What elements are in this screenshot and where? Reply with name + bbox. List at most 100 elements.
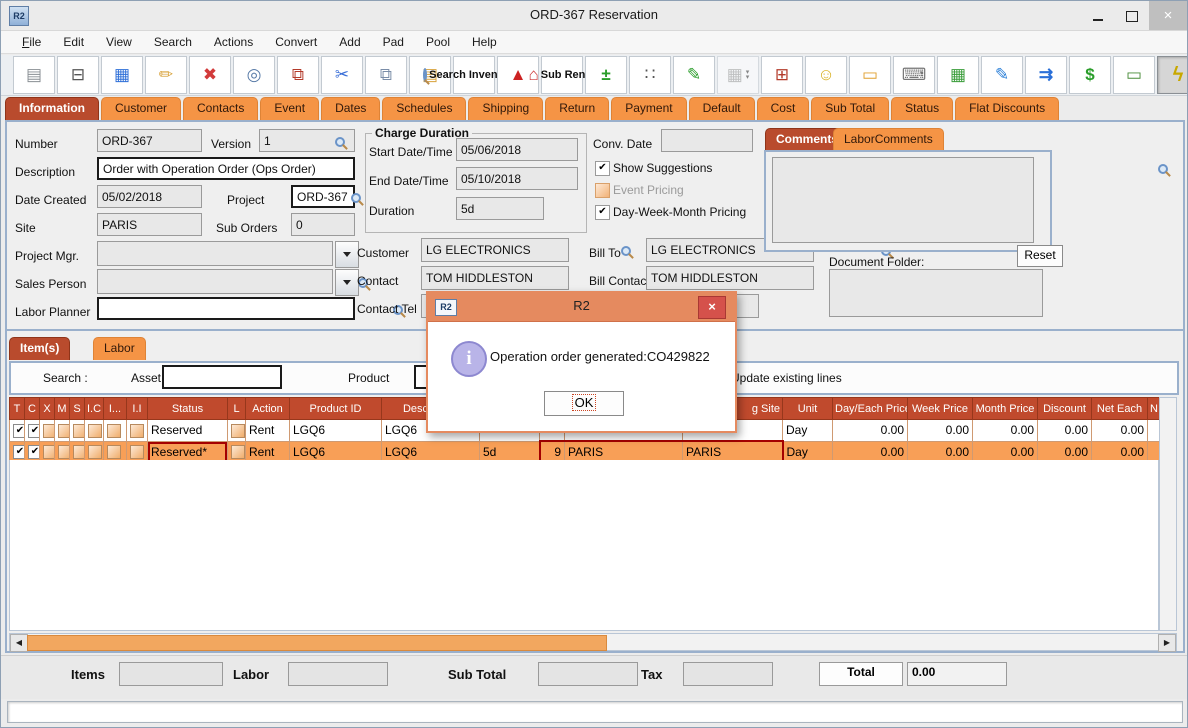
cell-checkbox[interactable]: ✔ [10, 420, 25, 442]
delivery-button[interactable]: ▭ [1113, 56, 1155, 94]
tab-contacts[interactable]: Contacts [183, 97, 258, 120]
write-document-button[interactable]: ✎ [981, 56, 1023, 94]
row-checkbox[interactable] [130, 445, 144, 459]
cell-net-each[interactable]: 0.00 [1092, 420, 1148, 442]
search-inventory-button[interactable]: Search Inventory ▾▾ [453, 56, 495, 94]
tab-customer[interactable]: Customer [101, 97, 181, 120]
col-header-net-each[interactable]: Net Each [1092, 398, 1148, 420]
start-date-input[interactable] [456, 138, 578, 161]
close-button[interactable]: × [1149, 1, 1187, 30]
save-button[interactable]: ▦ [101, 56, 143, 94]
labor-planner-input[interactable] [97, 297, 355, 320]
row-checkbox[interactable]: ✔ [13, 445, 25, 459]
sales-person-dropdown[interactable] [335, 269, 359, 296]
reset-button[interactable]: Reset [1017, 245, 1063, 267]
col-header[interactable]: L [228, 398, 246, 420]
project-search-icon[interactable] [351, 193, 361, 203]
cell-month-price[interactable]: 0.00 [973, 420, 1038, 442]
scrollbar-thumb[interactable] [27, 635, 607, 651]
menu-edit[interactable]: Edit [52, 31, 95, 53]
row-checkbox[interactable] [43, 424, 55, 438]
col-header-product-id[interactable]: Product ID [290, 398, 382, 420]
col-header-month-price[interactable]: Month Price [973, 398, 1038, 420]
row-checkbox[interactable] [43, 445, 55, 459]
col-header-unit[interactable]: Unit [783, 398, 833, 420]
billing-notes-button[interactable]: $ [1069, 56, 1111, 94]
cell-checkbox[interactable] [70, 420, 85, 442]
tab-dates[interactable]: Dates [321, 97, 380, 120]
row-checkbox[interactable] [107, 424, 121, 438]
new-order-button[interactable]: ▤ [13, 56, 55, 94]
sales-person-input[interactable] [97, 269, 333, 294]
version-search-icon[interactable] [335, 137, 345, 147]
tab-labor[interactable]: Labor [93, 337, 146, 360]
find-button[interactable]: ◎ [233, 56, 275, 94]
cell-checkbox[interactable] [104, 420, 127, 442]
tab-status[interactable]: Status [891, 97, 953, 120]
row-checkbox[interactable] [88, 445, 102, 459]
menu-help[interactable]: Help [461, 31, 508, 53]
duration-input[interactable] [456, 197, 544, 220]
row-checkbox[interactable] [73, 445, 85, 459]
cell-week-price[interactable]: 0.00 [908, 420, 973, 442]
calendar-button[interactable]: ▦ ▾▾ [717, 56, 759, 94]
col-header[interactable]: I... [104, 398, 127, 420]
col-header-n[interactable]: N [1148, 398, 1160, 420]
col-header[interactable]: T [10, 398, 25, 420]
bill-contact-input[interactable] [646, 266, 814, 290]
dwm-pricing-checkbox[interactable]: ✔ [595, 205, 610, 220]
row-checkbox[interactable] [73, 424, 85, 438]
menu-add[interactable]: Add [328, 31, 371, 53]
row-checkbox[interactable]: ✔ [28, 424, 40, 438]
copy-lines-button[interactable]: ⧉ [277, 56, 319, 94]
project-mgr-dropdown[interactable] [335, 241, 359, 268]
cell-status[interactable]: Reserved [148, 420, 228, 442]
scroll-right-arrow[interactable]: ▶ [1158, 634, 1176, 652]
tab-labor-comments[interactable]: LaborComments [833, 128, 944, 151]
number-input[interactable] [97, 129, 202, 152]
cell-n[interactable] [1148, 420, 1160, 442]
tab-cost[interactable]: Cost [757, 97, 810, 120]
row-checkbox[interactable]: ✔ [13, 424, 25, 438]
cell-checkbox[interactable]: ✔ [25, 420, 40, 442]
col-header[interactable]: I.I [127, 398, 148, 420]
availability-button[interactable]: ▦ [937, 56, 979, 94]
tab-schedules[interactable]: Schedules [382, 97, 466, 120]
row-checkbox[interactable] [107, 445, 121, 459]
tab-items[interactable]: Item(s) [9, 337, 70, 360]
end-date-input[interactable] [456, 167, 578, 190]
edit-button[interactable]: ✏ [145, 56, 187, 94]
description-input[interactable] [97, 157, 355, 180]
project-mgr-input[interactable] [97, 241, 333, 266]
tab-event[interactable]: Event [260, 97, 319, 120]
col-header-discount[interactable]: Discount [1038, 398, 1092, 420]
comments-textarea[interactable] [772, 157, 1034, 243]
scroll-left-arrow[interactable]: ◀ [10, 634, 28, 652]
vertical-scrollbar[interactable] [1159, 397, 1177, 631]
sub-orders-input[interactable] [291, 213, 355, 236]
horizontal-scrollbar[interactable]: ◀ ▶ [9, 633, 1177, 651]
menu-file[interactable]: File [11, 31, 52, 53]
folder-clock-button[interactable]: ▭ [849, 56, 891, 94]
copy-button[interactable]: ⧉ [365, 56, 407, 94]
cell-unit[interactable]: Day [783, 420, 833, 442]
notes-button[interactable]: ✎ [673, 56, 715, 94]
col-header-week-price[interactable]: Week Price [908, 398, 973, 420]
convert-currency-button[interactable]: ⇉ [1025, 56, 1067, 94]
menu-convert[interactable]: Convert [264, 31, 328, 53]
menu-pad[interactable]: Pad [372, 31, 415, 53]
maximize-button[interactable] [1115, 1, 1149, 30]
menu-search[interactable]: Search [143, 31, 203, 53]
quick-action-button[interactable]: ϟ [1157, 56, 1188, 94]
cell-checkbox[interactable] [228, 420, 246, 442]
cell-product-id[interactable]: LGQ6 [290, 420, 382, 442]
menu-actions[interactable]: Actions [203, 31, 264, 53]
col-header[interactable]: I.C [85, 398, 104, 420]
col-header-day-price[interactable]: Day/Each Price [833, 398, 908, 420]
dialog-close-button[interactable]: × [698, 296, 726, 319]
row-checkbox[interactable]: ✔ [28, 445, 40, 459]
show-suggestions-checkbox[interactable]: ✔ [595, 161, 610, 176]
customer-input[interactable] [421, 238, 569, 262]
menu-view[interactable]: View [95, 31, 143, 53]
delete-button[interactable]: ✖ [189, 56, 231, 94]
